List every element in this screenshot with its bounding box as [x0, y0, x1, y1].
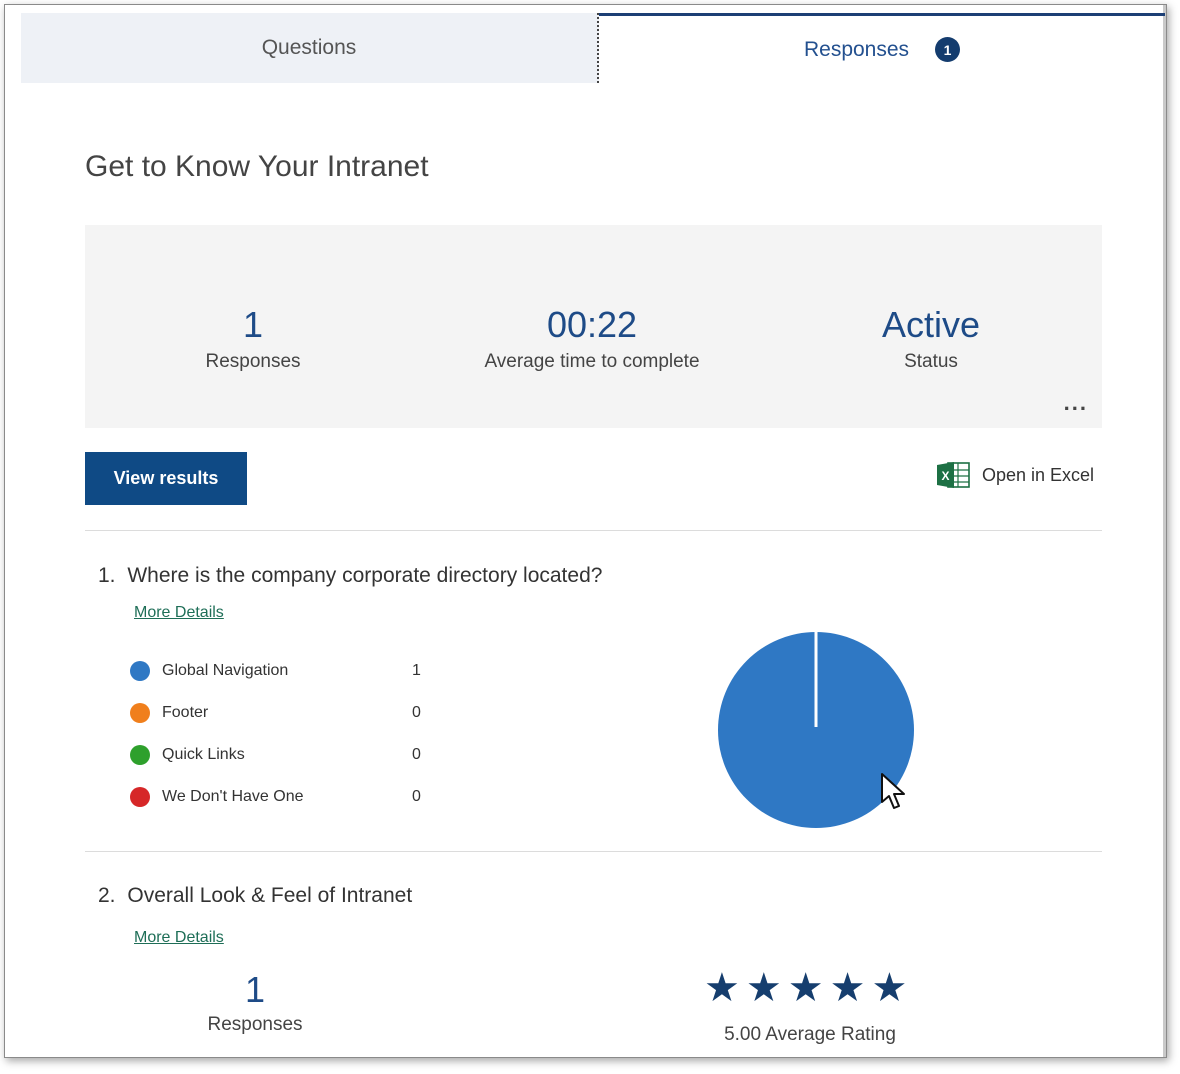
avg-time-value: 00:22: [546, 304, 638, 345]
status-value: Active: [881, 304, 981, 345]
tab-questions-label: Questions: [261, 36, 357, 59]
view-results-button[interactable]: View results: [85, 452, 247, 505]
question-1-legend: Global Navigation 1 Footer 0 Quick Links…: [130, 650, 430, 818]
tab-responses-label: Responses: [803, 37, 910, 61]
question-1-more-details-link[interactable]: More Details: [134, 604, 224, 622]
legend-label: Global Navigation: [162, 662, 289, 679]
question-2-responses-stat: 1 Responses: [170, 970, 340, 1036]
star-icon: ★: [871, 966, 908, 1010]
status-stat: Active Status: [781, 305, 1081, 373]
legend-item: We Don't Have One 0: [130, 776, 430, 818]
question-2-more-details-link[interactable]: More Details: [134, 929, 224, 947]
average-rating-label: 5.00 Average Rating: [724, 1024, 896, 1045]
open-in-excel-link[interactable]: X Open in Excel: [936, 458, 1094, 492]
legend-color-dot: [130, 703, 150, 723]
window-edge: [1163, 5, 1166, 1057]
page-title: Get to Know Your Intranet: [85, 150, 429, 183]
tab-questions[interactable]: Questions: [21, 13, 599, 83]
legend-label: Footer: [162, 704, 209, 721]
question-2-text: Overall Look & Feel of Intranet: [127, 884, 413, 907]
avg-time-stat: 00:22 Average time to complete: [442, 305, 742, 373]
star-icon: ★: [829, 966, 866, 1010]
legend-color-dot: [130, 661, 150, 681]
legend-label: We Don't Have One: [162, 788, 304, 805]
question-2-number: 2.: [98, 884, 116, 907]
star-icon: ★: [787, 966, 824, 1010]
tab-bar: Questions Responses 1: [21, 13, 1165, 83]
excel-icon: X: [936, 460, 970, 490]
divider: [85, 851, 1102, 852]
responses-count: 1: [242, 304, 264, 345]
status-label: Status: [904, 351, 958, 372]
divider: [85, 530, 1102, 531]
mouse-cursor-icon: [881, 773, 905, 809]
question-2-title: 2. Overall Look & Feel of Intranet: [98, 884, 412, 908]
legend-label: Quick Links: [162, 746, 245, 763]
star-icon: ★: [704, 966, 740, 1010]
star-icon: ★: [745, 966, 782, 1010]
legend-item: Quick Links 0: [130, 734, 430, 776]
legend-count: 1: [412, 662, 421, 679]
responses-stat: 1 Responses: [103, 305, 403, 373]
summary-panel: 1 Responses 00:22 Average time to comple…: [85, 225, 1102, 428]
rating-stars: ★ ★ ★ ★ ★: [704, 966, 907, 1010]
avg-time-label: Average time to complete: [484, 351, 700, 372]
more-options-button[interactable]: ...: [1064, 390, 1088, 416]
responses-count-badge: 1: [935, 37, 961, 62]
question-1-number: 1.: [98, 564, 116, 587]
legend-color-dot: [130, 745, 150, 765]
legend-count: 0: [412, 746, 421, 763]
open-in-excel-label: Open in Excel: [982, 464, 1095, 485]
question-2-responses-label: Responses: [207, 1014, 303, 1035]
question-2-responses-count: 1: [244, 969, 266, 1010]
svg-text:X: X: [941, 469, 949, 483]
question-1-title: 1. Where is the company corporate direct…: [98, 564, 602, 588]
legend-count: 0: [412, 704, 421, 721]
legend-item: Global Navigation 1: [130, 650, 430, 692]
responses-label: Responses: [205, 351, 301, 372]
question-1-text: Where is the company corporate directory…: [127, 564, 603, 587]
tab-responses[interactable]: Responses 1: [599, 13, 1165, 83]
legend-item: Footer 0: [130, 692, 430, 734]
legend-color-dot: [130, 787, 150, 807]
legend-count: 0: [412, 788, 421, 805]
